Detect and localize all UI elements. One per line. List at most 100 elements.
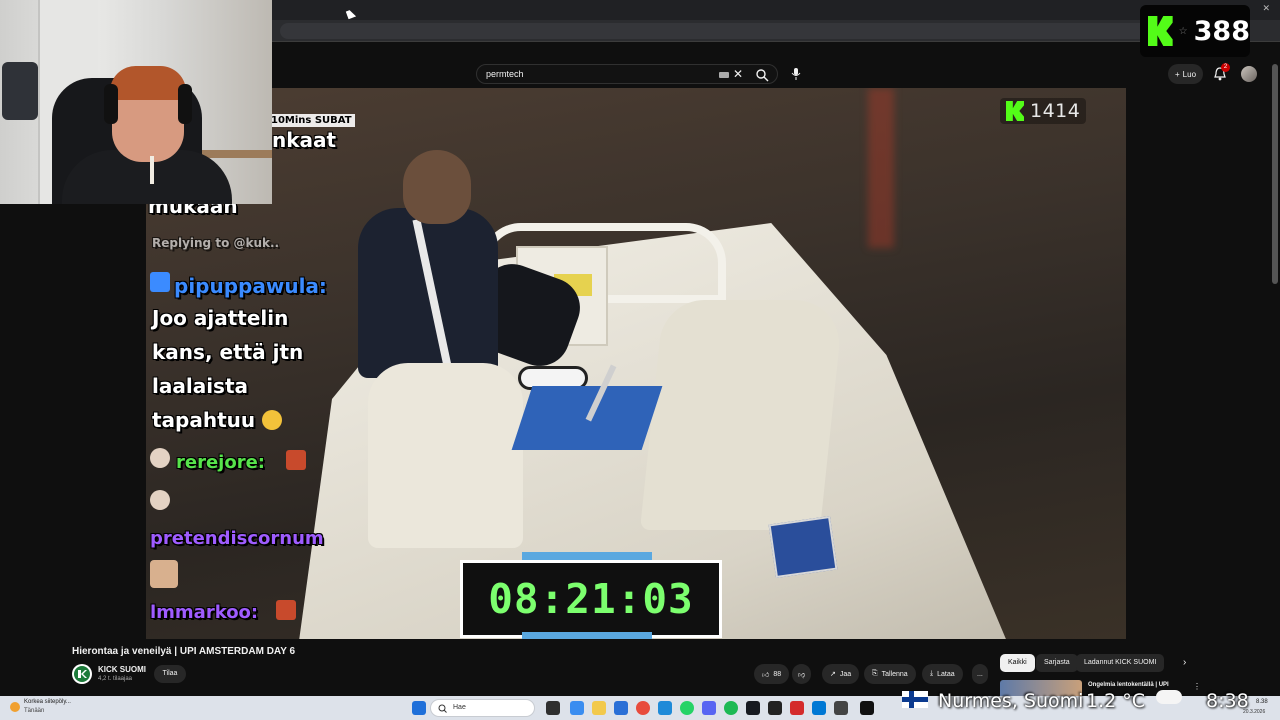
taskbar-search-input[interactable]: Hae xyxy=(430,699,535,717)
chat-message-line: laalaista xyxy=(152,374,249,398)
cloud-icon xyxy=(1156,690,1182,704)
dislike-button[interactable]: 👎︎ xyxy=(792,664,812,684)
water-reflection xyxy=(868,88,894,248)
mail-icon[interactable] xyxy=(614,701,628,715)
share-button[interactable]: ↗ Jaa xyxy=(822,664,860,684)
kick-viewer-badge: 1414 xyxy=(1000,98,1087,124)
weather-location: Nurmes, Suomi xyxy=(938,690,1084,712)
recorder-icon[interactable] xyxy=(790,701,804,715)
search-input[interactable]: permtech ✕ xyxy=(476,64,778,84)
widget-weather-line2: Tänään xyxy=(24,708,45,714)
kick-follower-overlay: ☆ 388 xyxy=(1140,5,1250,57)
chat-fragment: nkaat xyxy=(272,128,337,152)
page-scrollbar[interactable] xyxy=(1272,64,1278,284)
search-icon xyxy=(438,704,447,713)
plus-icon: + xyxy=(1175,69,1180,79)
timer-accent-bottom xyxy=(522,632,652,639)
recommended-video-title[interactable]: Ongelmia lentokentällä | UPI xyxy=(1088,682,1169,688)
chat-username: rerejore: xyxy=(176,452,265,473)
edge-icon[interactable] xyxy=(812,701,826,715)
chrome-icon[interactable] xyxy=(636,701,650,715)
boat-seat-left xyxy=(368,363,523,548)
create-button-label: Luo xyxy=(1182,69,1197,79)
url-field[interactable] xyxy=(280,23,1240,39)
voice-search-button[interactable] xyxy=(786,64,806,84)
search-icon[interactable] xyxy=(755,68,769,82)
chat-message-line: kans, että jtn xyxy=(152,340,304,364)
keyboard-icon[interactable] xyxy=(719,72,729,78)
x-app-icon[interactable] xyxy=(860,701,874,715)
whatsapp-icon[interactable] xyxy=(680,701,694,715)
settings-app-icon[interactable] xyxy=(834,701,848,715)
share-label: Jaa xyxy=(839,670,852,678)
chat-username: lmmarkoo: xyxy=(150,602,259,623)
kick-suomi-logo-icon xyxy=(74,666,90,682)
telegram-icon[interactable] xyxy=(658,701,672,715)
recommended-menu-icon[interactable]: ⋮ xyxy=(1193,682,1201,691)
sub-banner: 10Mins SUBAT xyxy=(268,114,355,127)
face-emote-icon xyxy=(150,560,178,588)
account-avatar[interactable] xyxy=(1241,66,1257,82)
discord-icon[interactable] xyxy=(702,701,716,715)
obs-icon[interactable] xyxy=(768,701,782,715)
thumbs-down-icon: 👎︎ xyxy=(798,671,806,679)
like-button[interactable]: 👍︎ 88 xyxy=(754,664,790,684)
close-window-button[interactable]: ✕ xyxy=(1262,3,1270,14)
search-input-value: permtech xyxy=(486,69,524,79)
video-title: Hierontaa ja veneilyä | UPI AMSTERDAM DA… xyxy=(72,646,296,657)
chevron-right-icon[interactable]: › xyxy=(1183,657,1186,668)
spotify-icon[interactable] xyxy=(724,701,738,715)
finland-flag-icon xyxy=(902,691,928,708)
create-button[interactable]: + Luo xyxy=(1168,64,1204,84)
download-button[interactable]: ⤓ Lataa xyxy=(922,664,963,684)
chat-username: pretendiscornum xyxy=(150,528,324,549)
save-button[interactable]: ⎘ Tallenna xyxy=(864,664,916,684)
kick-follower-count: 388 xyxy=(1193,15,1250,47)
windows-start-icon[interactable] xyxy=(412,701,426,715)
microphone-icon xyxy=(791,68,801,80)
laughing-emoji-icon xyxy=(262,410,282,430)
red-emote-icon xyxy=(276,600,296,620)
taskbar-search-placeholder: Hae xyxy=(453,704,466,711)
chip-uploaded-by[interactable]: Ladannut KICK SUOMI xyxy=(1076,654,1165,672)
download-icon: ⤓ xyxy=(930,670,934,677)
chat-message-line: tapahtuu xyxy=(152,408,256,432)
chat-message-line: Joo ajattelin xyxy=(152,306,289,330)
kick-logo-icon xyxy=(1148,16,1173,46)
cube-emote-icon xyxy=(150,272,170,292)
timer-value: 08:21:03 xyxy=(488,575,694,623)
person-head xyxy=(403,150,471,224)
file-explorer-icon[interactable] xyxy=(592,701,606,715)
taskbar-clock[interactable]: 8.38 xyxy=(1256,699,1268,705)
notification-count-badge: 2 xyxy=(1221,63,1230,72)
headset-icon xyxy=(104,84,118,124)
subscriber-count: 4,2 t. tilaajaa xyxy=(98,676,133,682)
user-avatar-emote-icon xyxy=(150,448,170,468)
user-avatar-emote-icon xyxy=(150,490,170,510)
timer-box: 08:21:03 xyxy=(460,560,722,638)
like-count: 88 xyxy=(773,670,782,678)
widget-weather-line1[interactable]: Korkea siitepöly... xyxy=(24,699,71,705)
task-view-icon[interactable] xyxy=(546,701,560,715)
channel-avatar[interactable] xyxy=(72,664,92,684)
streamer-hair xyxy=(110,66,186,100)
chat-reply-context: Replying to @kuk.. xyxy=(152,236,280,250)
steam-icon[interactable] xyxy=(746,701,760,715)
channel-name[interactable]: KICK SUOMI xyxy=(98,665,146,674)
red-emote-icon xyxy=(286,450,306,470)
subscribe-button[interactable]: Tilaa xyxy=(154,665,186,683)
more-actions-button[interactable]: ... xyxy=(972,664,988,684)
download-label: Lataa xyxy=(937,670,955,678)
video-player[interactable]: 1414 10Mins SUBAT nkaat mukaan Replying … xyxy=(146,88,1126,639)
chip-all[interactable]: Kaikki xyxy=(1000,654,1035,672)
kick-logo-icon xyxy=(1006,101,1024,121)
pollen-weather-icon[interactable] xyxy=(10,702,20,712)
clear-search-icon[interactable]: ✕ xyxy=(733,67,743,81)
widgets-icon[interactable] xyxy=(570,701,584,715)
chip-series[interactable]: Sarjasta xyxy=(1036,654,1078,672)
chat-username: pipuppawula: xyxy=(174,274,327,298)
weather-time: 8:38 xyxy=(1206,690,1249,712)
subathon-timer: 08:21:03 xyxy=(460,552,722,639)
share-arrow-icon: ↗ xyxy=(830,671,836,678)
kick-viewer-count: 1414 xyxy=(1030,100,1081,122)
